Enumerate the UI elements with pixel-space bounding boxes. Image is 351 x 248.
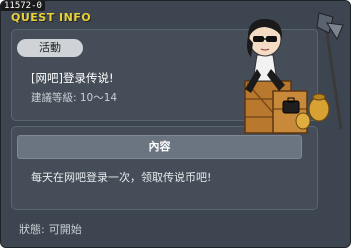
npc-portrait-icon (244, 12, 344, 134)
quest-info-window: 11572-0 QUEST INFO 活動 [网吧]登录传说! 建議等級: 10… (0, 0, 351, 248)
window-title: QUEST INFO (11, 11, 92, 24)
quest-category-badge: 活動 (17, 39, 83, 57)
quest-name: [网吧]登录传说! (31, 71, 114, 85)
quest-level-requirement: 建議等級: 10～14 (31, 92, 118, 104)
quest-status: 狀態: 可開始 (19, 221, 82, 237)
content-text: 每天在网吧登录一次，领取传说币吧! (31, 171, 212, 184)
content-header: 內容 (17, 135, 302, 159)
quest-code-tag: 11572-0 (1, 1, 45, 11)
status-label: 狀態: (19, 223, 45, 236)
status-value: 可開始 (48, 223, 82, 236)
